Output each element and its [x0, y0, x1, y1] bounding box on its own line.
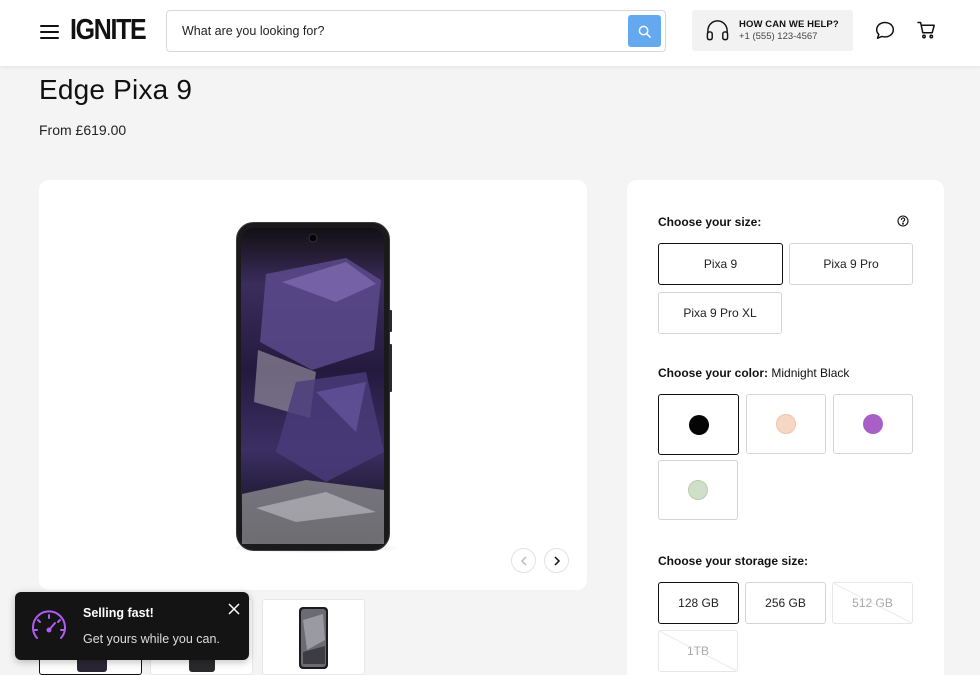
selected-color-name: Midnight Black — [771, 366, 850, 380]
help-circle-icon[interactable] — [897, 215, 909, 227]
chat-icon[interactable] — [875, 21, 895, 40]
help-title: HOW CAN WE HELP? — [739, 19, 839, 30]
color-swatch-purple[interactable] — [833, 394, 913, 454]
product-image — [236, 222, 396, 553]
search-button[interactable] — [628, 15, 661, 47]
storage-option-1tb[interactable]: 1TB — [658, 630, 738, 672]
carousel-prev-button[interactable] — [511, 548, 536, 573]
swatch-dot — [776, 414, 796, 434]
cart-icon[interactable] — [917, 21, 936, 39]
swatch-dot — [688, 480, 708, 500]
thumbnail-3[interactable] — [262, 599, 365, 675]
speedometer-icon — [32, 610, 66, 639]
storage-option-512gb[interactable]: 512 GB — [832, 582, 913, 624]
storage-label: Choose your storage size: — [658, 554, 809, 568]
selling-fast-toast: Selling fast! Get yours while you can. — [15, 592, 249, 660]
thumbnail-image — [299, 607, 328, 669]
storage-option-128gb[interactable]: 128 GB — [658, 582, 739, 624]
logo[interactable]: IGNITE — [70, 14, 147, 47]
color-label: Choose your color: Midnight Black — [658, 366, 849, 380]
chevron-left-icon — [520, 555, 527, 566]
storage-option-256gb[interactable]: 256 GB — [745, 582, 826, 624]
product-price: From £619.00 — [39, 122, 127, 138]
toast-title: Selling fast! — [83, 606, 154, 620]
size-option-pixa-9[interactable]: Pixa 9 — [658, 243, 783, 285]
size-option-pixa-9-pro[interactable]: Pixa 9 Pro — [789, 243, 913, 285]
color-swatch-peach[interactable] — [746, 394, 826, 454]
toast-message: Get yours while you can. — [83, 632, 220, 646]
color-swatch-mint[interactable] — [658, 460, 738, 520]
headset-icon — [706, 20, 729, 41]
search-input[interactable] — [167, 11, 622, 51]
carousel-next-button[interactable] — [544, 548, 569, 573]
help-contact[interactable]: HOW CAN WE HELP? +1 (555) 123-4567 — [692, 10, 853, 51]
size-label: Choose your size: — [658, 215, 762, 229]
swatch-dot — [688, 414, 709, 435]
size-option-pixa-9-pro-xl[interactable]: Pixa 9 Pro XL — [658, 292, 782, 334]
swatch-dot — [863, 414, 883, 434]
color-label-text: Choose your color: — [658, 366, 769, 380]
help-phone: +1 (555) 123-4567 — [739, 31, 818, 42]
close-icon[interactable] — [227, 602, 241, 616]
chevron-right-icon — [553, 555, 560, 566]
menu-icon[interactable] — [40, 25, 59, 39]
color-swatch-midnight-black[interactable] — [658, 394, 739, 455]
site-header: IGNITE HOW CAN WE HELP? +1 (555) 123-456… — [0, 0, 980, 66]
search-icon — [638, 25, 651, 38]
search-bar — [166, 10, 666, 52]
page-title: Edge Pixa 9 — [39, 74, 193, 105]
